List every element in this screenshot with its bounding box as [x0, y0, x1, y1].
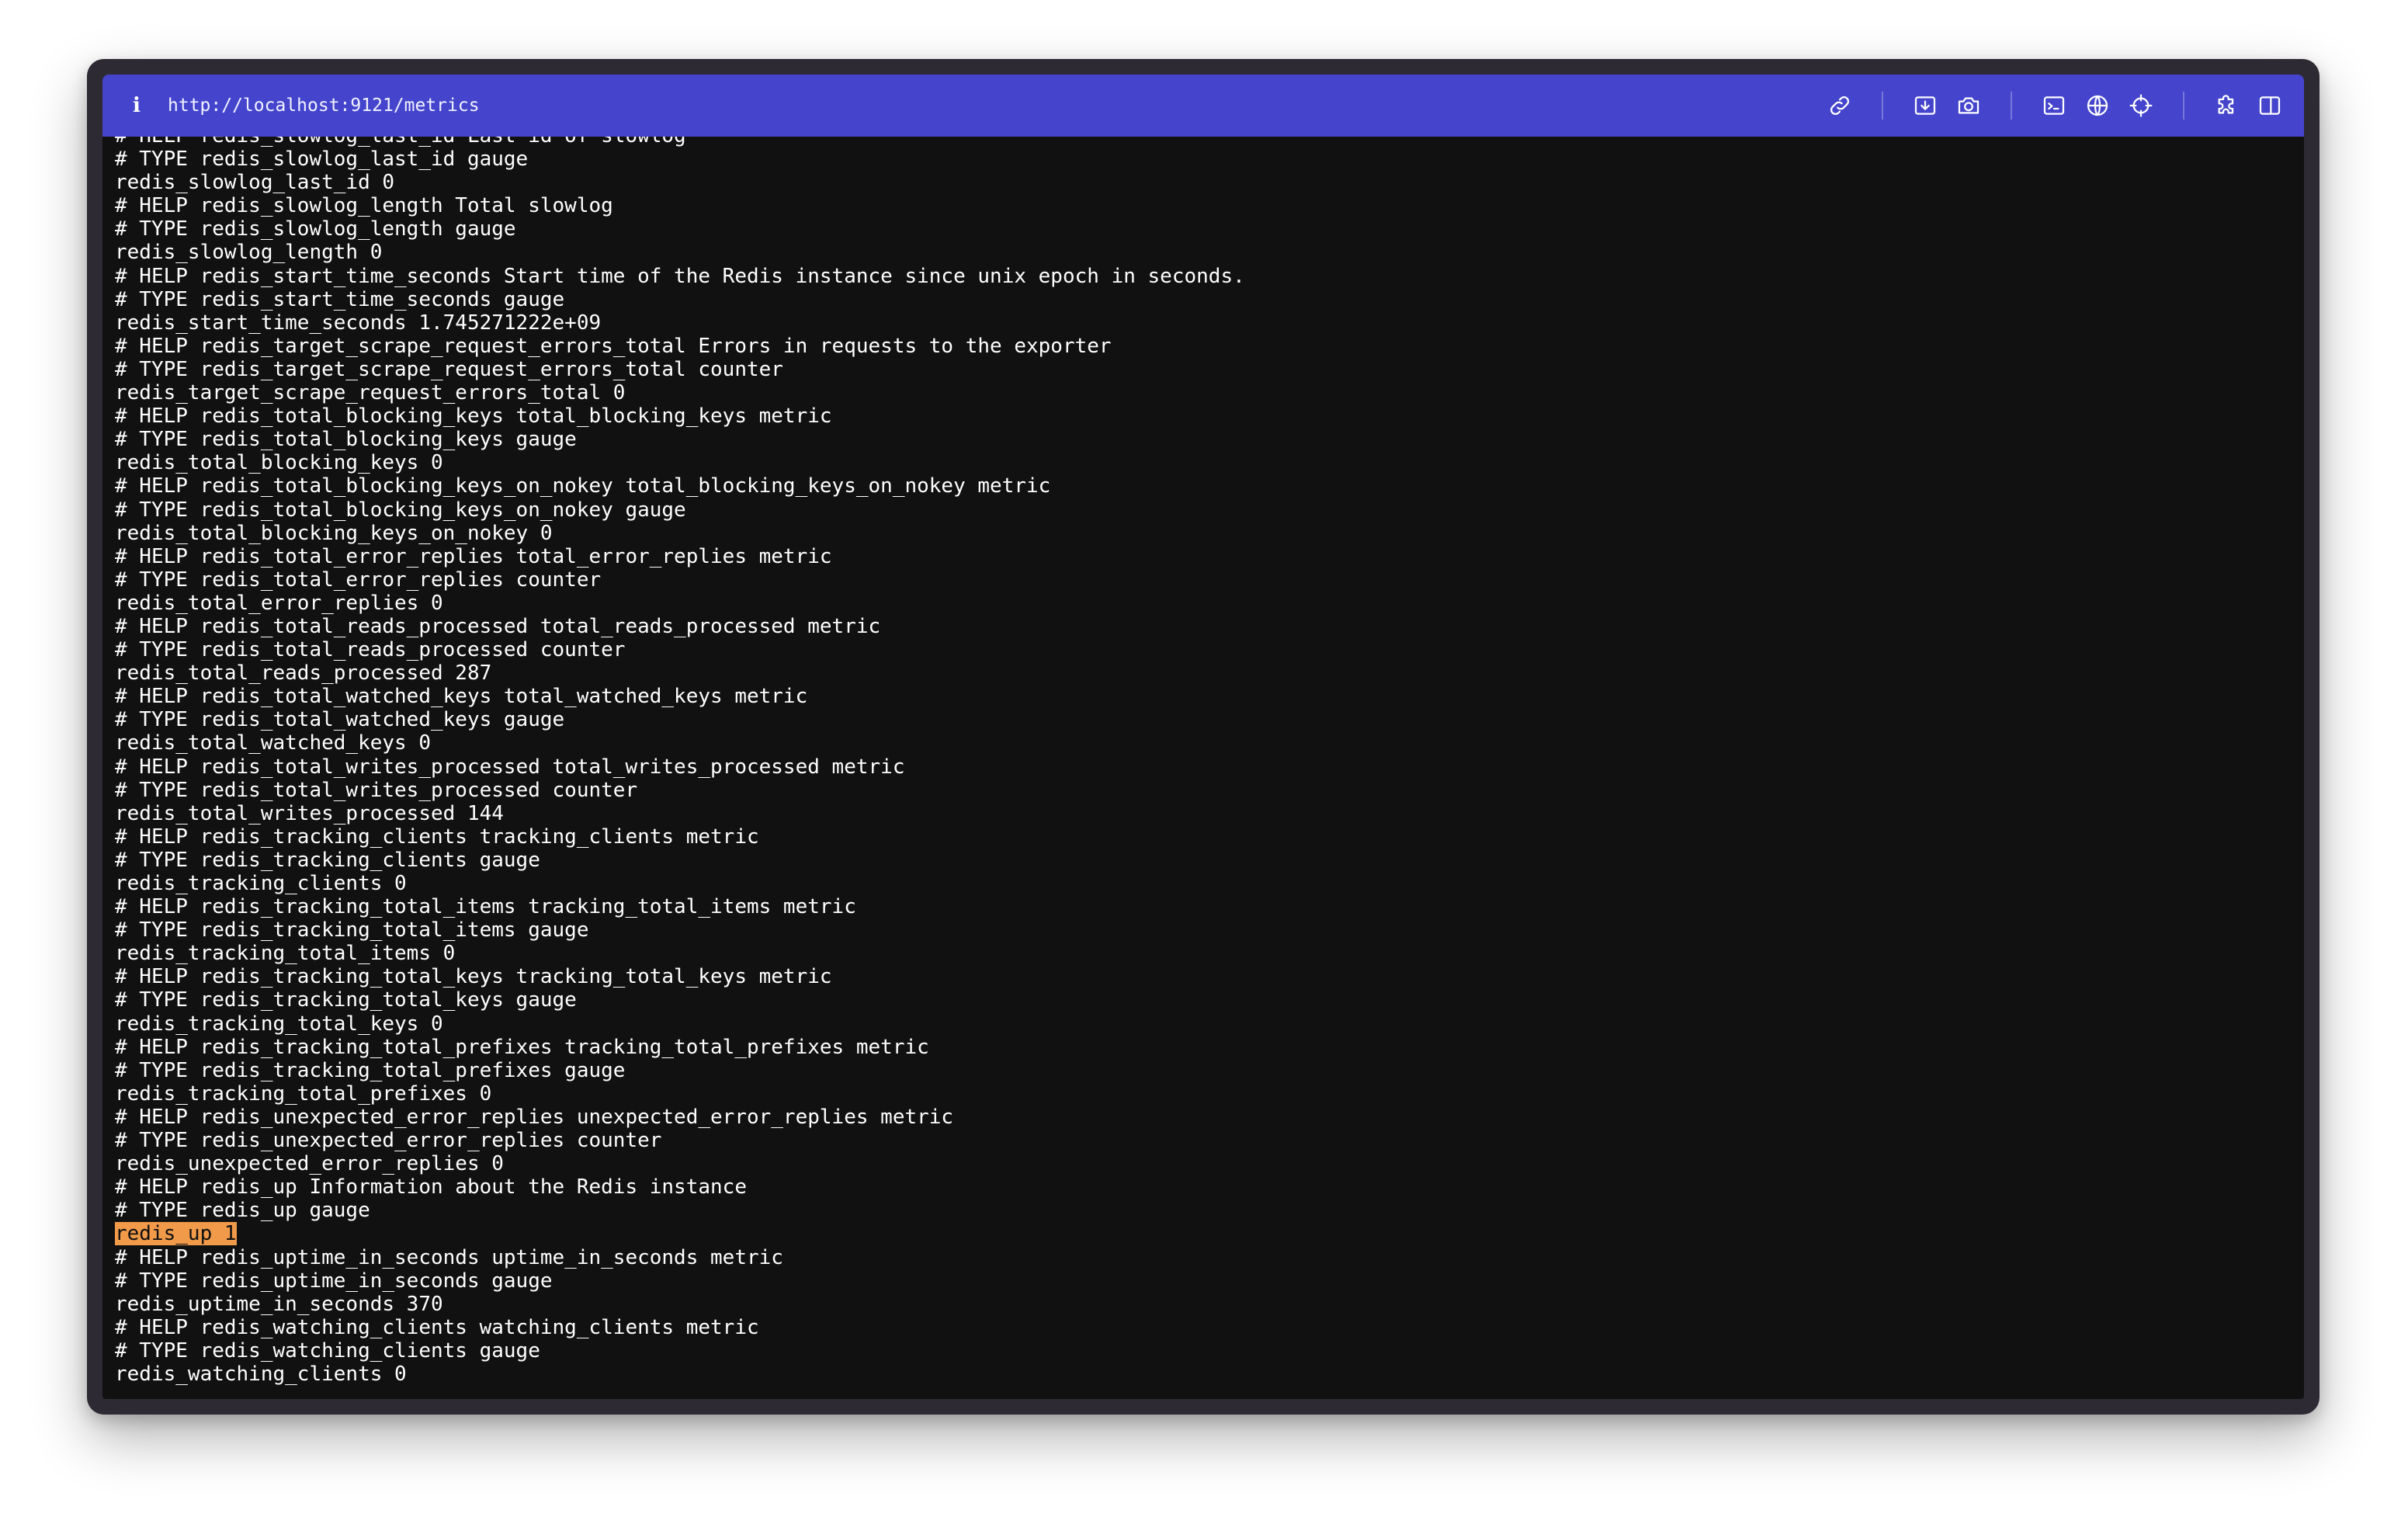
metric-line: # HELP redis_total_blocking_keys_on_noke…	[115, 474, 1051, 498]
metric-line: redis_total_blocking_keys 0	[115, 451, 443, 475]
metric-line: redis_slowlog_last_id 0	[115, 171, 395, 195]
metric-line: # HELP redis_uptime_in_seconds uptime_in…	[115, 1245, 783, 1269]
metric-line: # HELP redis_slowlog_last_id Last id of …	[115, 137, 1245, 148]
metric-line: redis_total_error_replies 0	[115, 591, 443, 615]
metric-line: # TYPE redis_watching_clients gauge	[115, 1338, 540, 1363]
toolbar-divider	[2183, 92, 2184, 120]
metric-line: # TYPE redis_slowlog_last_id gauge	[115, 148, 529, 172]
metric-line: # HELP redis_tracking_total_keys trackin…	[115, 965, 832, 989]
metric-line: # TYPE redis_target_scrape_request_error…	[115, 357, 783, 381]
metric-line: # TYPE redis_up gauge	[115, 1199, 370, 1223]
metric-line: redis_start_time_seconds 1.745271222e+09	[115, 311, 602, 335]
metric-line: # TYPE redis_total_watched_keys gauge	[115, 708, 565, 732]
metric-line: # TYPE redis_tracking_total_keys gauge	[115, 988, 577, 1012]
metric-line: # TYPE redis_start_time_seconds gauge	[115, 287, 565, 311]
metric-line: redis_total_watched_keys 0	[115, 731, 431, 755]
link-icon[interactable]	[1818, 84, 1862, 127]
toolbar-icons	[1818, 84, 2292, 127]
page-content: # HELP redis_slowlog_last_id Last id of …	[102, 137, 2304, 1399]
metric-line: # TYPE redis_total_blocking_keys_on_noke…	[115, 498, 686, 522]
metric-line: # HELP redis_tracking_clients tracking_c…	[115, 825, 759, 849]
metric-line: # HELP redis_total_reads_processed total…	[115, 614, 881, 638]
metric-line: # TYPE redis_total_error_replies counter	[115, 568, 602, 592]
metric-line: # HELP redis_unexpected_error_replies un…	[115, 1105, 954, 1129]
metrics-text: # HELP redis_slowlog_last_id Last id of …	[115, 137, 1245, 1386]
metric-line: # TYPE redis_unexpected_error_replies co…	[115, 1129, 662, 1153]
metric-line: redis_up 1	[115, 1222, 1245, 1246]
metric-line: # HELP redis_tracking_total_items tracki…	[115, 895, 856, 919]
crosshair-icon[interactable]	[2119, 84, 2163, 127]
browser-viewport: i http://localhost:9121/metrics # TYPE r…	[102, 75, 2304, 1399]
metric-line: redis_tracking_total_items 0	[115, 942, 456, 966]
metric-line: # HELP redis_tracking_total_prefixes tra…	[115, 1035, 929, 1059]
metric-line: # HELP redis_watching_clients watching_c…	[115, 1315, 759, 1339]
metric-line: redis_watching_clients 0	[115, 1362, 407, 1386]
metric-line: # TYPE redis_slowlog_length gauge	[115, 217, 516, 241]
metric-line: redis_slowlog_length 0	[115, 241, 383, 265]
address-bar: i http://localhost:9121/metrics	[102, 75, 2304, 137]
metric-line: # HELP redis_slowlog_length Total slowlo…	[115, 194, 613, 218]
info-icon[interactable]: i	[120, 95, 154, 116]
metric-line: redis_total_blocking_keys_on_nokey 0	[115, 521, 553, 545]
metric-line: redis_uptime_in_seconds 370	[115, 1292, 443, 1316]
metric-line: # HELP redis_up Information about the Re…	[115, 1175, 747, 1199]
metric-line: # TYPE redis_tracking_clients gauge	[115, 848, 540, 872]
metric-line: # HELP redis_total_error_replies total_e…	[115, 544, 832, 568]
metric-line: redis_target_scrape_request_errors_total…	[115, 381, 626, 405]
metric-line: redis_tracking_total_keys 0	[115, 1012, 443, 1036]
search-highlight: redis_up 1	[115, 1222, 237, 1246]
metric-line: redis_tracking_clients 0	[115, 872, 407, 895]
metric-line: # TYPE redis_tracking_total_prefixes gau…	[115, 1058, 626, 1082]
metric-line: # HELP redis_total_blocking_keys total_b…	[115, 404, 832, 429]
extension-icon[interactable]	[2205, 84, 2248, 127]
metric-line: # TYPE redis_tracking_total_items gauge	[115, 918, 589, 943]
browser-window: i http://localhost:9121/metrics # TYPE r…	[87, 59, 2320, 1415]
metric-line: # TYPE redis_uptime_in_seconds gauge	[115, 1269, 553, 1293]
metric-line: redis_tracking_total_prefixes 0	[115, 1081, 492, 1106]
metric-line: redis_total_reads_processed 287	[115, 661, 492, 686]
metric-line: # HELP redis_total_writes_processed tota…	[115, 755, 905, 779]
metric-line: redis_unexpected_error_replies 0	[115, 1152, 504, 1176]
metric-line: # HELP redis_start_time_seconds Start ti…	[115, 264, 1245, 288]
download-icon[interactable]	[1903, 84, 1947, 127]
metric-line: # TYPE redis_total_reads_processed count…	[115, 638, 626, 662]
url-field[interactable]: http://localhost:9121/metrics	[168, 95, 1818, 116]
toolbar-divider	[2011, 92, 2012, 120]
terminal-icon[interactable]	[2032, 84, 2076, 127]
metric-line: # TYPE redis_total_blocking_keys gauge	[115, 428, 577, 452]
camera-icon[interactable]	[1947, 84, 1990, 127]
metric-line: redis_total_writes_processed 144	[115, 801, 504, 825]
toolbar-divider	[1882, 92, 1883, 120]
metric-line: # HELP redis_total_watched_keys total_wa…	[115, 685, 808, 709]
metric-line: # TYPE redis_total_writes_processed coun…	[115, 778, 638, 802]
globe-icon[interactable]	[2076, 84, 2119, 127]
metric-line: # HELP redis_target_scrape_request_error…	[115, 334, 1112, 358]
split-view-icon[interactable]	[2248, 84, 2292, 127]
